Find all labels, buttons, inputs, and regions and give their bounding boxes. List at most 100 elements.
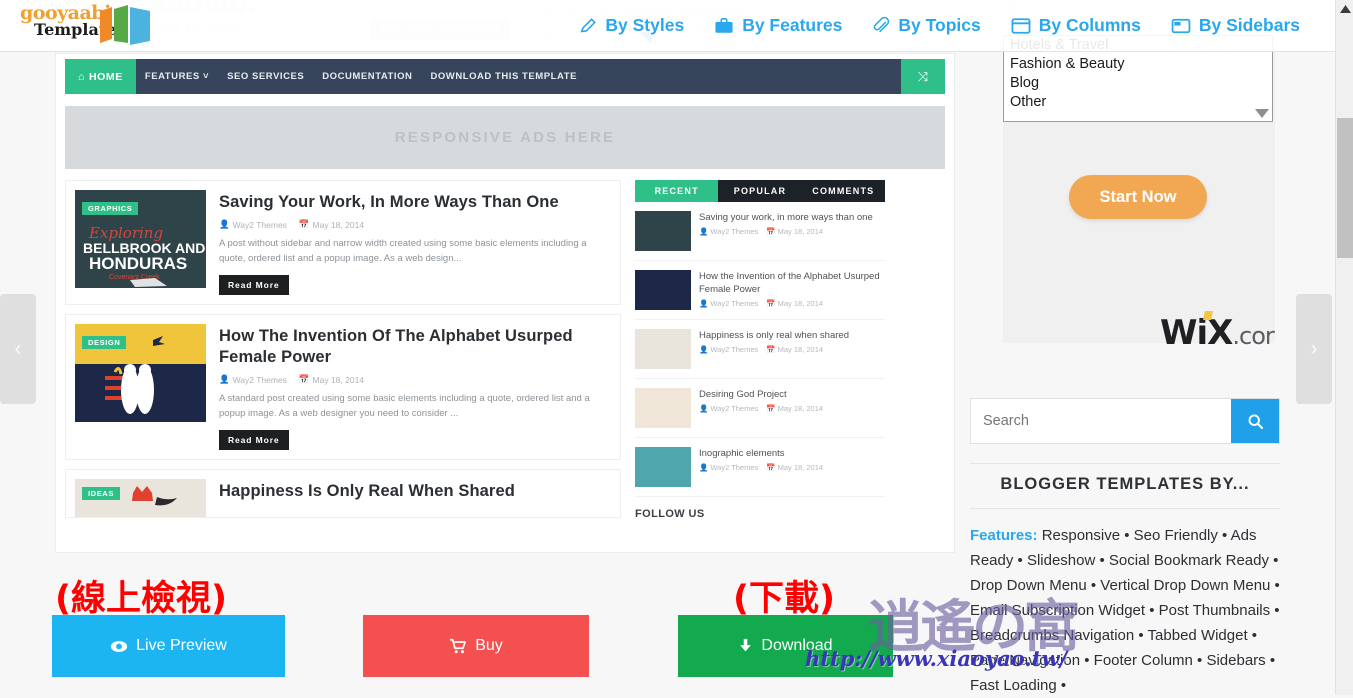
briefcase-icon xyxy=(715,17,733,33)
read-more-button[interactable]: Read More xyxy=(219,430,289,450)
post-thumbnail: IDEAS xyxy=(75,479,206,517)
sidebar-thumbnail xyxy=(635,329,691,369)
template-nav-home[interactable]: ⌂ HOME xyxy=(65,59,136,94)
wix-logo: WiX.cor xyxy=(1160,313,1275,353)
listbox-option[interactable]: Blog xyxy=(1004,74,1272,93)
sidebar-item-meta: 👤 Way2 Themes 📅 May 18, 2014 xyxy=(699,227,824,236)
features-label: Features: xyxy=(970,527,1038,544)
sidebar-item-meta: 👤 Way2 Themes 📅 May 18, 2014 xyxy=(699,345,824,354)
start-now-button[interactable]: Start Now xyxy=(1069,175,1207,219)
sidebar-item-meta: 👤 Way2 Themes 📅 May 18, 2014 xyxy=(699,463,824,472)
search-bar[interactable] xyxy=(970,398,1280,444)
sidebar-list-item[interactable]: Saving your work, in more ways than one … xyxy=(635,202,885,261)
window-icon xyxy=(1011,17,1031,34)
read-more-button[interactable]: Read More xyxy=(219,275,289,295)
tab-recent[interactable]: RECENT xyxy=(635,180,719,202)
blogger-templates-title: BLOGGER TEMPLATES BY... xyxy=(1000,475,1250,493)
template-nav-download[interactable]: DOWNLOAD THIS TEMPLATE xyxy=(421,59,586,94)
tab-popular[interactable]: POPULAR xyxy=(718,180,802,202)
sidebar-list-item[interactable]: Happiness is only real when shared 👤 Way2… xyxy=(635,320,885,379)
post-category-badge: GRAPHICS xyxy=(82,202,139,215)
divider xyxy=(970,508,1280,509)
sidebar-thumbnail xyxy=(635,270,691,310)
download-icon xyxy=(740,638,752,652)
right-column: Hotels & Travel Fashion & Beauty Blog Ot… xyxy=(965,35,1335,698)
tab-comments[interactable]: COMMENTS xyxy=(801,180,885,202)
chevron-down-icon: ˅ xyxy=(202,71,210,82)
sidebar-list-item[interactable]: Desiring God Project 👤 Way2 Themes 📅 May 1… xyxy=(635,379,885,438)
template-body: GRAPHICS Exploring BELLBROOK AND HONDURA… xyxy=(65,180,945,527)
sidebar-item-title[interactable]: Happiness is only real when shared xyxy=(699,329,849,342)
post-card[interactable]: DESIGN How The Invention Of The Alphabet… xyxy=(65,314,621,460)
sidebar-item-title[interactable]: Desiring God Project xyxy=(699,388,823,401)
post-category-badge: DESIGN xyxy=(82,336,127,349)
carousel-next-button[interactable]: › xyxy=(1296,294,1332,404)
sidebar-item-meta: 👤 Way2 Themes 📅 May 18, 2014 xyxy=(699,299,824,308)
follow-us-heading: FOLLOW US xyxy=(635,508,705,520)
nav-by-sidebars[interactable]: By Sidebars xyxy=(1171,15,1300,36)
live-preview-annotation: (線上檢視) xyxy=(55,579,227,619)
browser-scrollbar[interactable] xyxy=(1335,0,1353,695)
buy-button[interactable]: Buy xyxy=(363,615,589,677)
sidebar-list-item[interactable]: Inographic elements 👤 Way2 Themes 📅 May 18… xyxy=(635,438,885,497)
user-icon: 👤 xyxy=(699,463,709,472)
listbox-option[interactable]: Other xyxy=(1004,93,1272,112)
nav-by-styles[interactable]: By Styles xyxy=(579,15,684,36)
sidebar-item-title[interactable]: Saving your work, in more ways than one xyxy=(699,211,873,224)
download-button[interactable]: Download xyxy=(678,615,893,677)
post-title[interactable]: Happiness Is Only Real When Shared xyxy=(219,481,515,502)
post-content: How The Invention Of The Alphabet Usurpe… xyxy=(219,324,611,450)
template-nav-features[interactable]: FEATURES ˅ xyxy=(136,59,218,94)
sidebar-item-content: Inographic elements 👤 Way2 Themes 📅 May 18… xyxy=(699,447,823,487)
user-icon: 👤 xyxy=(219,219,230,229)
template-nav-documentation[interactable]: DOCUMENTATION xyxy=(313,59,421,94)
download-annotation: (下載) xyxy=(733,579,835,619)
template-main-column: GRAPHICS Exploring BELLBROOK AND HONDURA… xyxy=(65,180,621,527)
sidebar-thumbnail xyxy=(635,388,691,428)
shuffle-icon[interactable]: ⤨ xyxy=(901,59,945,94)
calendar-icon: 📅 xyxy=(766,404,776,413)
post-title[interactable]: Saving Your Work, In More Ways Than One xyxy=(219,192,611,213)
cart-icon xyxy=(450,638,467,654)
triangle-up-icon xyxy=(1339,5,1351,13)
post-thumbnail: GRAPHICS Exploring BELLBROOK AND HONDURA… xyxy=(75,190,206,288)
search-button[interactable] xyxy=(1231,399,1279,443)
divider xyxy=(970,463,1280,464)
post-date: 📅 May 18, 2014 xyxy=(298,219,365,230)
user-icon: 👤 xyxy=(699,299,709,308)
post-card[interactable]: GRAPHICS Exploring BELLBROOK AND HONDURA… xyxy=(65,180,621,305)
top-filter-nav: By Styles By Features By Topics By Colum… xyxy=(0,0,1335,52)
sidebar-tabs: RECENT POPULAR COMMENTS xyxy=(635,180,885,202)
post-meta: 👤 Way2 Themes 📅 May 18, 2014 xyxy=(219,219,611,230)
nav-by-features[interactable]: By Features xyxy=(714,15,842,36)
sidebar-item-meta: 👤 Way2 Themes 📅 May 18, 2014 xyxy=(699,404,824,413)
paperclip-icon xyxy=(874,16,890,32)
template-nav-seo-services[interactable]: SEO SERVICES xyxy=(218,59,313,94)
sidebar-item-content: Happiness is only real when shared 👤 Way2… xyxy=(699,329,849,369)
nav-by-columns[interactable]: By Columns xyxy=(1011,15,1141,36)
nav-label: By Topics xyxy=(898,15,981,35)
sidebar-thumbnail xyxy=(635,211,691,251)
post-title[interactable]: How The Invention Of The Alphabet Usurpe… xyxy=(219,326,611,368)
live-preview-button[interactable]: Live Preview xyxy=(52,615,285,677)
chevron-down-icon[interactable] xyxy=(1255,109,1269,118)
listbox-option[interactable]: Fashion & Beauty xyxy=(1004,55,1272,74)
sidebar-item-content: Desiring God Project 👤 Way2 Themes 📅 May 1… xyxy=(699,388,823,428)
features-text-block: Features: Responsive • Seo Friendly • Ad… xyxy=(970,523,1282,698)
scrollbar-up-arrow[interactable] xyxy=(1336,0,1353,18)
search-input[interactable] xyxy=(971,399,1231,443)
sidebar-list-item[interactable]: How the Invention of the Alphabet Usurpe… xyxy=(635,261,885,320)
user-icon: 👤 xyxy=(699,404,709,413)
template-preview[interactable]: ⌂ HOME FEATURES ˅ SEO SERVICES DOCUMENTA… xyxy=(55,53,955,553)
post-category-badge: IDEAS xyxy=(82,487,120,500)
template-nav-spacer xyxy=(586,59,901,94)
user-icon: 👤 xyxy=(699,345,709,354)
post-content: Saving Your Work, In More Ways Than One … xyxy=(219,190,611,295)
nav-by-topics[interactable]: By Topics xyxy=(872,15,981,36)
sidebar-item-title[interactable]: Inographic elements xyxy=(699,447,823,460)
scrollbar-thumb[interactable] xyxy=(1337,118,1353,258)
post-card[interactable]: IDEAS Happiness Is Only Real When Shared xyxy=(65,469,621,518)
sidebar-item-title[interactable]: How the Invention of the Alphabet Usurpe… xyxy=(699,270,885,296)
buy-label: Buy xyxy=(475,637,503,654)
carousel-prev-button[interactable]: ‹ xyxy=(0,294,36,404)
